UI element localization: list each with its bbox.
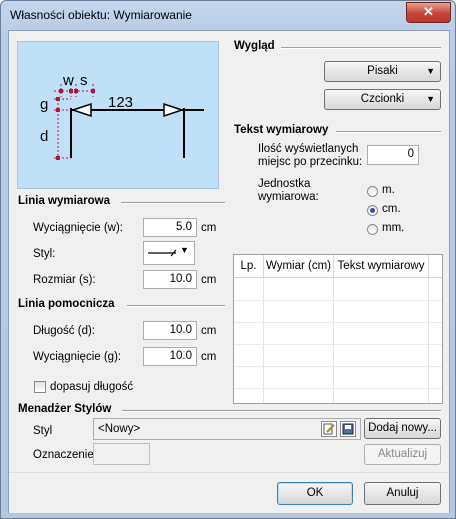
dopasuj-dlugosc-label: dopasuj długość bbox=[50, 381, 134, 393]
unit-label-mm: mm. bbox=[382, 222, 405, 234]
column-divider bbox=[428, 278, 429, 403]
cancel-button[interactable]: Anuluj bbox=[364, 482, 441, 505]
preview-label-g: g bbox=[40, 96, 48, 113]
row-divider bbox=[234, 322, 442, 323]
dlugosc-d-unit: cm bbox=[201, 325, 217, 337]
separator bbox=[336, 131, 441, 133]
close-button[interactable]: ✕ bbox=[406, 2, 451, 23]
column-header-tekst[interactable]: Tekst wymiarowy bbox=[334, 255, 429, 277]
chevron-down-icon: ▼ bbox=[180, 245, 189, 255]
miejsc-label-line2: miejsc po przecinku: bbox=[258, 156, 363, 168]
separator bbox=[121, 202, 225, 204]
separator bbox=[281, 47, 441, 49]
miejsc-label: Ilość wyświetlanych miejsc po przecinku: bbox=[258, 143, 362, 169]
pisaki-button[interactable]: Pisaki ▼ bbox=[324, 61, 441, 82]
unit-radio-cm[interactable] bbox=[367, 205, 378, 216]
dodaj-nowy-button[interactable]: Dodaj nowy... bbox=[364, 418, 441, 439]
styl-manager-label: Styl bbox=[33, 425, 53, 437]
row-divider bbox=[234, 344, 442, 345]
column-divider bbox=[263, 278, 264, 403]
chevron-down-icon: ▼ bbox=[426, 94, 435, 104]
czcionki-button[interactable]: Czcionki ▼ bbox=[324, 89, 441, 110]
row-divider bbox=[234, 300, 442, 301]
ok-button[interactable]: OK bbox=[277, 482, 353, 505]
wyciagniecie-g-unit: cm bbox=[201, 351, 217, 363]
table-header: Lp. Wymiar (cm) Tekst wymiarowy bbox=[234, 255, 442, 278]
linia-wymiarowa-title: Linia wymiarowa bbox=[18, 195, 111, 207]
save-style-icon[interactable] bbox=[340, 421, 356, 437]
rozmiar-s-unit: cm bbox=[201, 274, 217, 286]
chevron-down-icon: ▼ bbox=[426, 66, 435, 76]
wyciagniecie-g-input[interactable]: 10.0 bbox=[143, 347, 197, 366]
pisaki-label: Pisaki bbox=[367, 65, 398, 77]
preview-label-d: d bbox=[40, 128, 48, 145]
dopasuj-dlugosc-checkbox[interactable] bbox=[34, 381, 46, 393]
dlugosc-d-input[interactable]: 10.0 bbox=[143, 321, 197, 340]
wyciagniecie-w-label: Wyciągnięcie (w): bbox=[33, 222, 124, 234]
column-divider bbox=[333, 278, 334, 403]
column-header-lp[interactable]: Lp. bbox=[234, 255, 264, 277]
dlugosc-d-label: Długość (d): bbox=[33, 325, 95, 337]
dimension-preview: w s g d 123 bbox=[17, 41, 219, 189]
wyciagniecie-w-unit: cm bbox=[201, 222, 217, 234]
wyciagniecie-g-label: Wyciągnięcie (g): bbox=[33, 351, 122, 363]
aktualizuj-button[interactable]: Aktualizuj bbox=[364, 444, 441, 465]
czcionki-label: Czcionki bbox=[360, 93, 405, 105]
jednostka-label-line1: Jednostka bbox=[258, 178, 311, 190]
linia-pomocnicza-title: Linia pomocnicza bbox=[18, 298, 115, 310]
close-icon: ✕ bbox=[423, 4, 434, 19]
menadzer-stylow-title: Menadżer Stylów bbox=[18, 403, 112, 415]
wyciagniecie-w-input[interactable]: 5.0 bbox=[143, 218, 197, 237]
dimensions-table[interactable]: Lp. Wymiar (cm) Tekst wymiarowy bbox=[233, 254, 443, 404]
miejsc-label-line1: Ilość wyświetlanych bbox=[258, 143, 359, 155]
styl-combobox[interactable]: <Nowy> bbox=[93, 418, 361, 440]
column-header-wymiar[interactable]: Wymiar (cm) bbox=[264, 255, 334, 277]
jednostka-label: Jednostka wymiarowa: bbox=[258, 178, 319, 204]
unit-radio-mm[interactable] bbox=[367, 224, 378, 235]
unit-label-cm: cm. bbox=[382, 203, 401, 215]
miejsc-po-przecinku-input[interactable]: 0 bbox=[367, 145, 419, 165]
tekst-wymiarowy-title: Tekst wymiarowy bbox=[234, 124, 329, 136]
dialog-window: Własności obiektu: Wymiarowanie ✕ w s g … bbox=[0, 0, 456, 519]
styl-label: Styl: bbox=[33, 248, 56, 260]
row-divider bbox=[234, 388, 442, 389]
wyglad-title: Wygląd bbox=[234, 40, 275, 52]
unit-radio-m[interactable] bbox=[367, 186, 378, 197]
dialog-client-area: w s g d 123 Linia wymiarowa Wyciągnięcie… bbox=[8, 30, 450, 513]
row-divider bbox=[234, 366, 442, 367]
rozmiar-s-input[interactable]: 10.0 bbox=[143, 270, 197, 289]
styl-combobox-value: <Nowy> bbox=[98, 423, 141, 435]
unit-label-m: m. bbox=[382, 184, 395, 196]
rozmiar-s-label: Rozmiar (s): bbox=[33, 274, 96, 286]
preview-drawing: w s g d 123 bbox=[40, 72, 204, 160]
edit-style-icon[interactable] bbox=[321, 421, 337, 437]
separator bbox=[127, 305, 225, 307]
window-title: Własności obiektu: Wymiarowanie bbox=[10, 8, 192, 22]
styl-dropdown[interactable]: ▼ bbox=[143, 241, 195, 265]
preview-label-s: s bbox=[80, 72, 88, 89]
preview-label-w: w bbox=[62, 72, 74, 89]
preview-label-value: 123 bbox=[108, 94, 133, 111]
jednostka-label-line2: wymiarowa: bbox=[258, 191, 319, 203]
separator bbox=[122, 410, 441, 412]
oznaczenie-label: Oznaczenie bbox=[33, 449, 94, 461]
oznaczenie-input[interactable] bbox=[93, 443, 150, 465]
